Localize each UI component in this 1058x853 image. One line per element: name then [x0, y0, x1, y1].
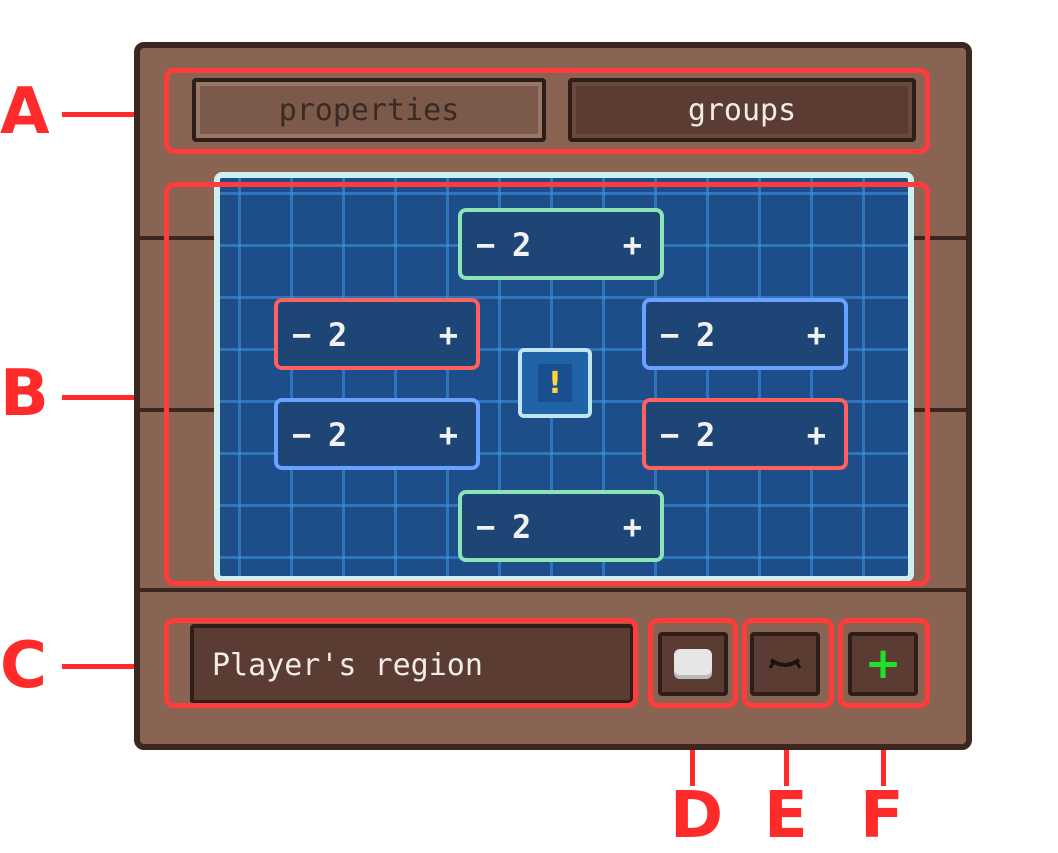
annotation-box-e [742, 618, 834, 708]
callout-d: D [670, 779, 724, 853]
callout-a: A [0, 75, 50, 149]
plank-divider [140, 588, 966, 592]
callout-f: F [860, 779, 904, 853]
annotation-box-f [838, 618, 930, 708]
callout-c: C [0, 629, 47, 703]
annotation-box-d [648, 618, 738, 708]
annotation-box-b [164, 182, 930, 586]
callout-e: E [764, 779, 808, 853]
annotation-box-a [164, 68, 930, 154]
annotation-box-c [164, 618, 638, 708]
callout-b: B [0, 357, 49, 431]
